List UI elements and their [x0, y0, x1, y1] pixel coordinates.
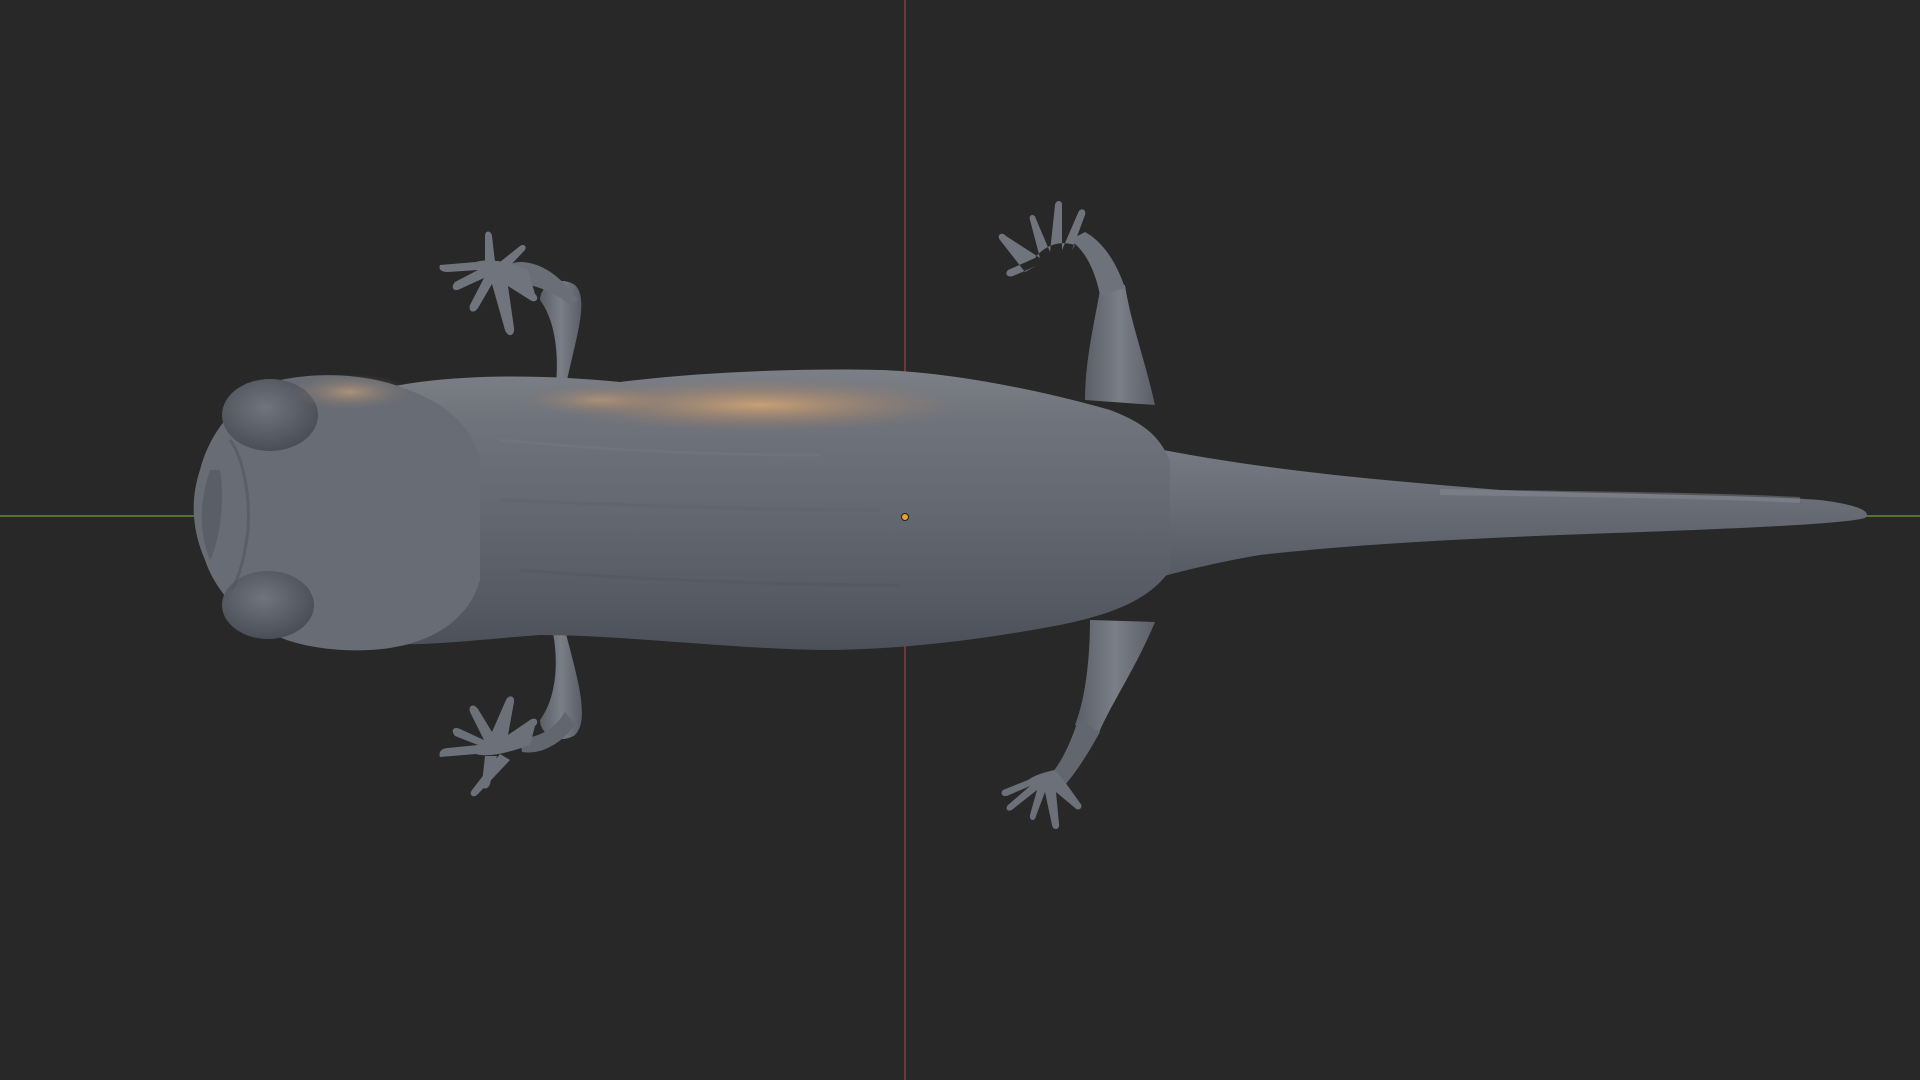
shoulder-highlight	[520, 384, 680, 416]
3d-viewport[interactable]	[0, 0, 1920, 1080]
origin-point-marker[interactable]	[901, 513, 909, 521]
front-right-leg	[439, 628, 582, 797]
head-highlight	[290, 374, 410, 410]
front-left-leg	[439, 231, 582, 392]
salamander-model[interactable]	[193, 200, 1867, 830]
tail	[1110, 440, 1867, 590]
viewport-canvas[interactable]	[0, 0, 1920, 1080]
back-left-leg	[998, 200, 1155, 405]
back-right-leg	[1001, 620, 1155, 830]
